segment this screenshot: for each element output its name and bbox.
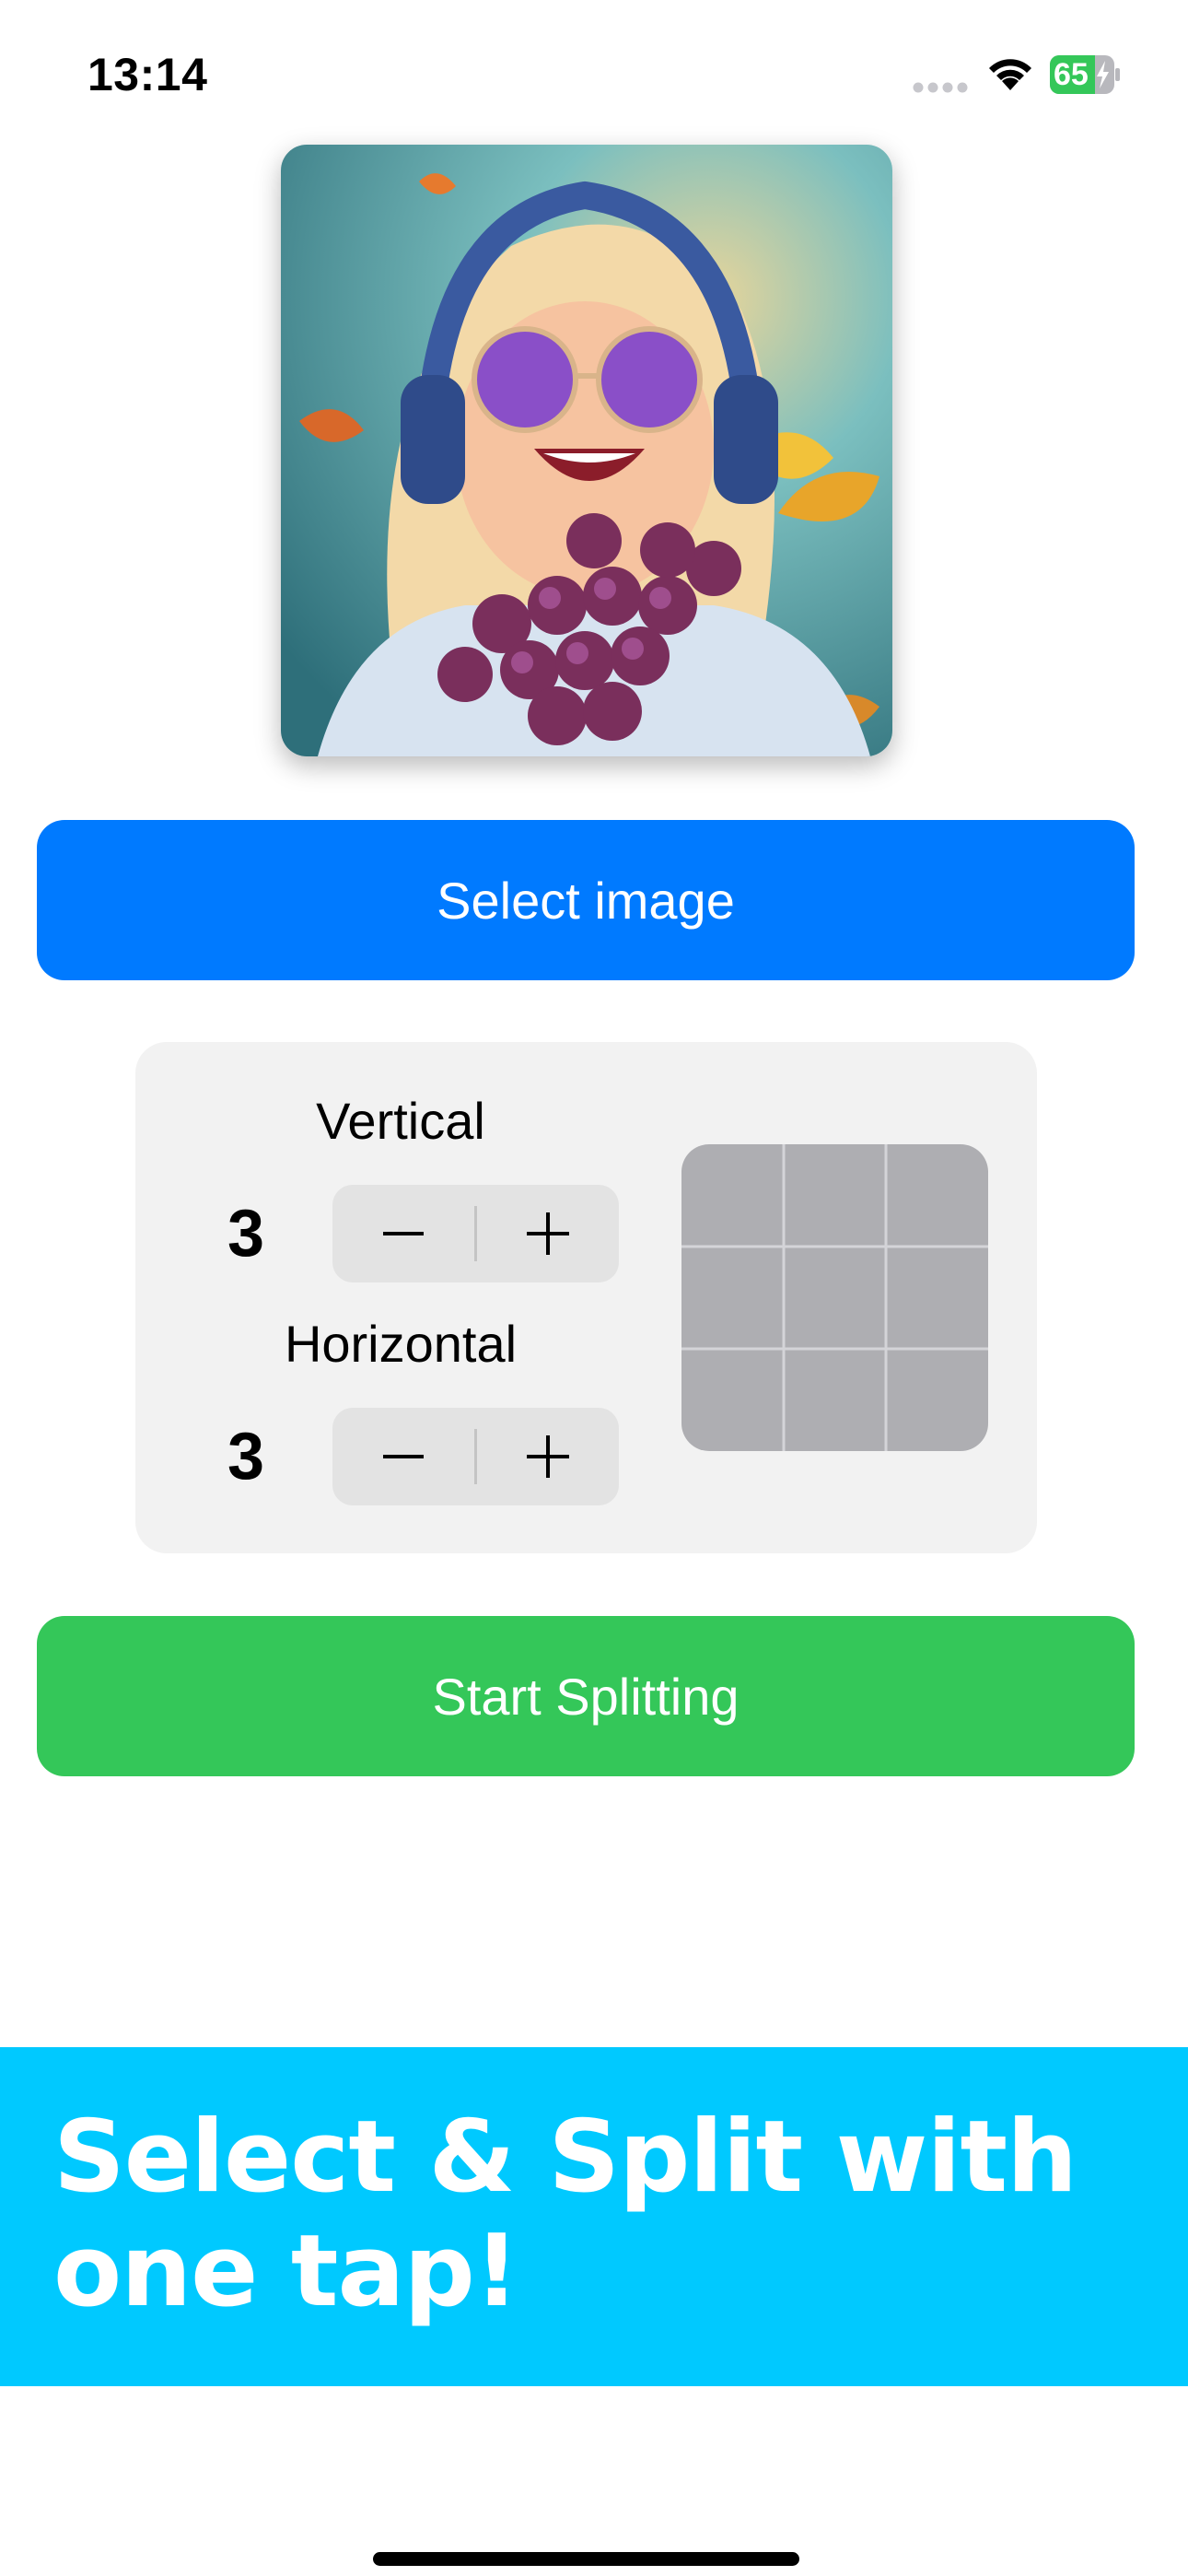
home-indicator — [373, 2552, 799, 2566]
plus-icon — [527, 1435, 569, 1478]
vertical-count: 3 — [227, 1197, 265, 1270]
promo-headline: Select & Split with one tap! — [53, 2100, 1077, 2329]
vertical-decrement-button[interactable] — [332, 1185, 474, 1282]
select-image-button[interactable]: Select image — [37, 820, 1135, 980]
vertical-label: Vertical — [316, 1092, 485, 1150]
status-time: 13:14 — [87, 49, 208, 100]
cellular-signal-icon — [913, 82, 968, 93]
vertical-stepper — [332, 1185, 619, 1282]
selected-image-thumbnail[interactable] — [281, 145, 892, 756]
minus-icon — [383, 1232, 424, 1235]
wifi-icon — [989, 59, 1031, 90]
start-splitting-button[interactable]: Start Splitting — [37, 1616, 1135, 1776]
battery-level: 65 — [1054, 57, 1089, 92]
horizontal-label: Horizontal — [284, 1315, 518, 1373]
horizontal-increment-button[interactable] — [477, 1408, 619, 1505]
app-screen: 13:14 65 Select image Vertical 3 Horizon… — [0, 0, 1188, 2576]
grid-preview — [681, 1144, 988, 1451]
horizontal-count: 3 — [227, 1420, 265, 1493]
plus-icon — [527, 1212, 569, 1255]
horizontal-stepper — [332, 1408, 619, 1505]
horizontal-decrement-button[interactable] — [332, 1408, 474, 1505]
minus-icon — [383, 1455, 424, 1458]
battery-charging-icon: 65 — [1050, 55, 1120, 94]
vertical-increment-button[interactable] — [477, 1185, 619, 1282]
